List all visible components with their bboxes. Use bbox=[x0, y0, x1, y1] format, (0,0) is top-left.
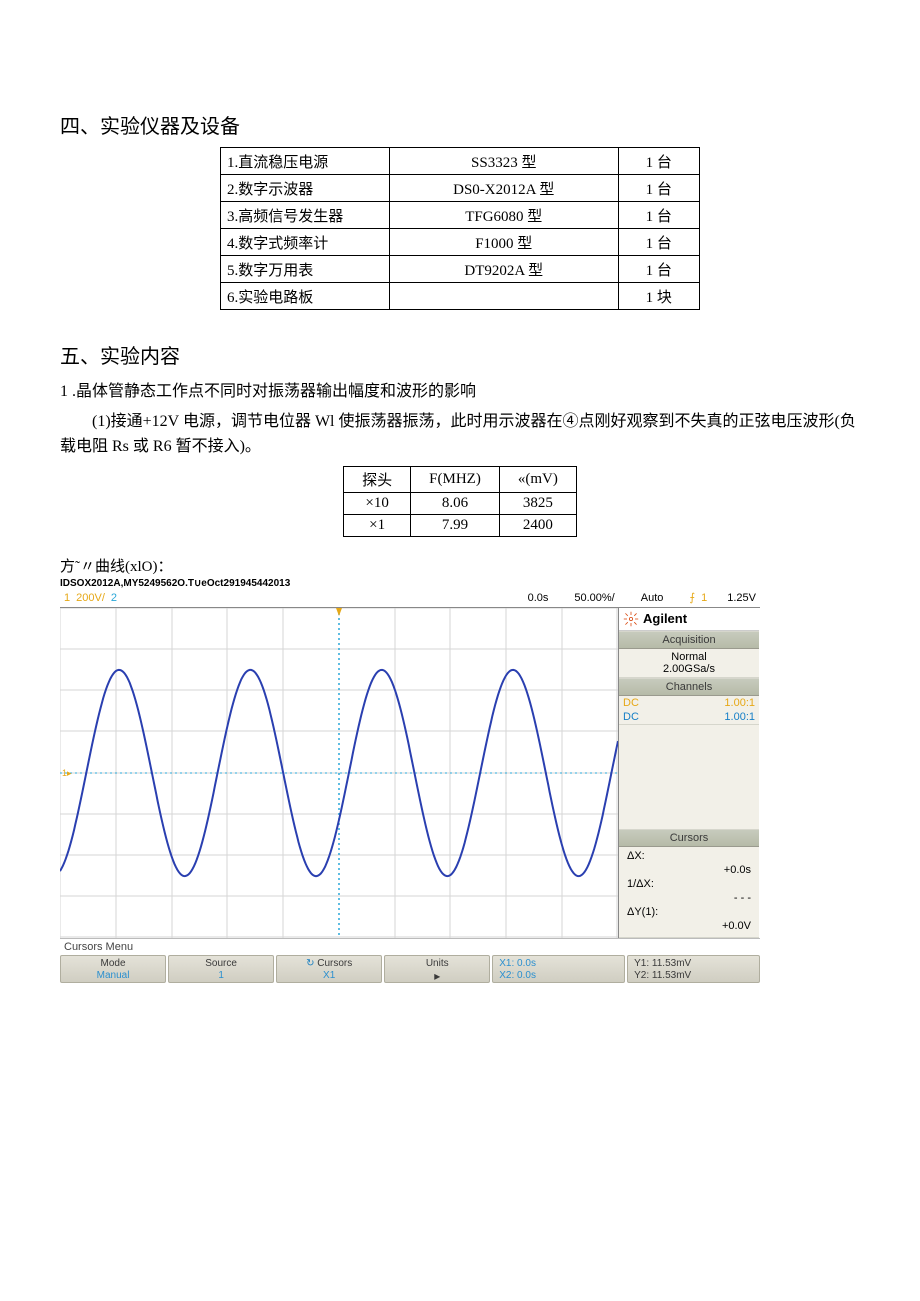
acquisition-block: Normal 2.00GSa/s bbox=[619, 649, 759, 678]
run-mode: Auto bbox=[641, 592, 664, 604]
channels-block: DC1.00:1 DC1.00:1 bbox=[619, 696, 759, 725]
ch1-scale: 200V/ bbox=[76, 592, 105, 604]
cycle-icon: ↻ bbox=[306, 958, 314, 969]
ch2-index: 2 bbox=[111, 592, 117, 604]
time-position: 0.0s bbox=[528, 592, 549, 604]
agilent-spark-icon bbox=[623, 611, 639, 627]
acquisition-header: Acquisition bbox=[619, 631, 759, 649]
cursors-header: Cursors bbox=[619, 829, 759, 847]
cursors-block: ΔX: +0.0s 1/ΔX: - - - ΔY(1): +0.0V bbox=[619, 847, 759, 938]
time-scale: 50.00%/ bbox=[574, 592, 614, 604]
softkey-cursors[interactable]: ↻ Cursors X1 bbox=[276, 955, 382, 983]
section4-title: 四、实验仪器及设备 bbox=[60, 110, 860, 139]
paragraph-2: (1)接通+12V 电源，调节电位器 Wl 使振荡器振荡，此时用示波器在④点刚好… bbox=[60, 409, 860, 460]
table-row: 6.实验电路板1 块 bbox=[221, 283, 700, 310]
ch1-index: 1 bbox=[64, 592, 70, 604]
table-row: ×1 7.99 2400 bbox=[344, 514, 577, 536]
trigger-channel: 1 bbox=[701, 592, 707, 604]
table-row: 5.数字万用表DT9202A 型1 台 bbox=[221, 256, 700, 283]
svg-text:1▸: 1▸ bbox=[62, 768, 72, 778]
softkey-mode[interactable]: ModeManual bbox=[60, 955, 166, 983]
table-row: ×10 8.06 3825 bbox=[344, 492, 577, 514]
softkey-x-values[interactable]: X1: 0.0sX2: 0.0s bbox=[492, 955, 625, 983]
oscilloscope-screenshot: 1 200V/ 2 0.0s 50.00%/ Auto ⨍ 1 1.25V bbox=[60, 589, 760, 983]
waveform-svg: 1▸ bbox=[60, 608, 618, 938]
table-row: 4.数字式频率计F1000 型1 台 bbox=[221, 229, 700, 256]
scope-side-panel: Agilent Acquisition Normal 2.00GSa/s Cha… bbox=[619, 608, 759, 938]
trigger-edge-icon: ⨍ bbox=[689, 591, 695, 604]
channels-header: Channels bbox=[619, 678, 759, 696]
softkey-row: ModeManual Source1 ↻ Cursors X1 Units▸ X… bbox=[60, 955, 760, 983]
softkey-units[interactable]: Units▸ bbox=[384, 955, 490, 983]
trigger-level: 1.25V bbox=[727, 592, 756, 604]
chevron-right-icon: ▸ bbox=[385, 970, 489, 982]
table-row: 1.直流稳压电源SS3323 型1 台 bbox=[221, 148, 700, 175]
scope-waveform-area: 1▸ bbox=[60, 608, 619, 938]
curve-label: 方˜〃曲线(xlO)： bbox=[60, 555, 860, 576]
scope-info-line: IDSOX2012A,MY5249562O.T∪eOct291945442013 bbox=[60, 578, 860, 589]
softkey-y-values[interactable]: Y1: 11.53mVY2: 11.53mV bbox=[627, 955, 760, 983]
measurement-table: 探头 F(MHZ) «(mV) ×10 8.06 3825 ×1 7.99 24… bbox=[343, 466, 577, 537]
softkey-source[interactable]: Source1 bbox=[168, 955, 274, 983]
cursors-menu-label: Cursors Menu bbox=[60, 938, 760, 955]
scope-topbar: 1 200V/ 2 0.0s 50.00%/ Auto ⨍ 1 1.25V bbox=[60, 589, 760, 607]
table-row: 3.高频信号发生器TFG6080 型1 台 bbox=[221, 202, 700, 229]
equipment-table: 1.直流稳压电源SS3323 型1 台 2.数字示波器DS0-X2012A 型1… bbox=[220, 147, 700, 310]
table-row: 2.数字示波器DS0-X2012A 型1 台 bbox=[221, 175, 700, 202]
paragraph-1: 1 .晶体管静态工作点不同时对振荡器输出幅度和波形的影响 bbox=[60, 379, 860, 405]
agilent-brand: Agilent bbox=[619, 608, 759, 631]
section5-title: 五、实验内容 bbox=[60, 340, 860, 369]
